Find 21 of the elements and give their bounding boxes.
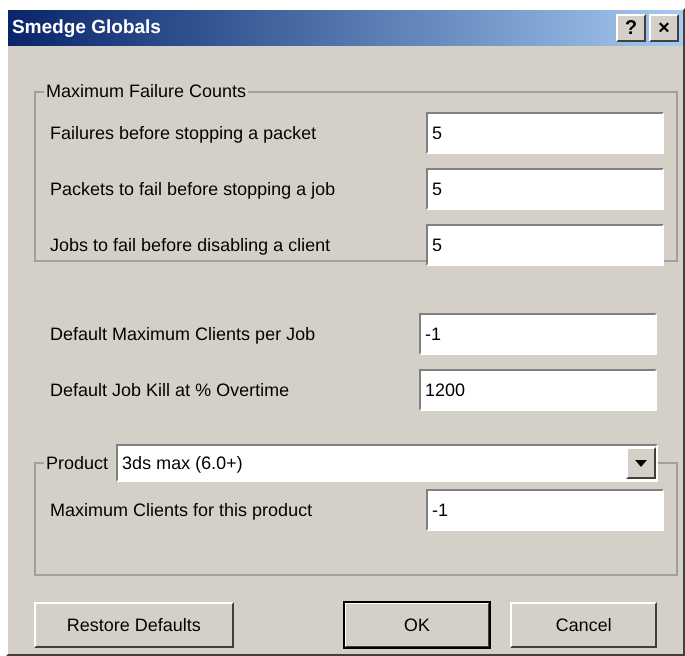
field-label: Jobs to fail before disabling a client: [50, 234, 332, 257]
input-field[interactable]: 1200: [419, 369, 657, 411]
dialog-button[interactable]: OK: [344, 602, 490, 648]
field-label: Default Job Kill at % Overtime: [50, 378, 290, 402]
input-field[interactable]: -1: [419, 313, 657, 355]
dialog-button[interactable]: Restore Defaults: [34, 602, 234, 648]
group-title: Product: [45, 452, 110, 474]
field-label: Default Maximum Clients per Job: [50, 322, 316, 346]
field-label: Packets to fail before stopping a job: [50, 178, 336, 201]
field-label: Maximum Clients for this product: [50, 498, 314, 522]
input-field[interactable]: 5: [426, 112, 664, 154]
help-button[interactable]: ?: [616, 14, 646, 42]
input-field[interactable]: 5: [426, 224, 664, 266]
window-title: Smedge Globals: [12, 16, 161, 40]
group-title: Maximum Failure Counts: [45, 80, 248, 103]
field-label: Failures before stopping a packet: [50, 122, 318, 145]
product-dropdown[interactable]: 3ds max (6.0+): [116, 444, 658, 482]
input-field[interactable]: 5: [426, 168, 664, 210]
dialog-button[interactable]: Cancel: [510, 602, 657, 648]
input-field[interactable]: -1: [426, 489, 664, 531]
close-button[interactable]: ×: [649, 14, 679, 42]
